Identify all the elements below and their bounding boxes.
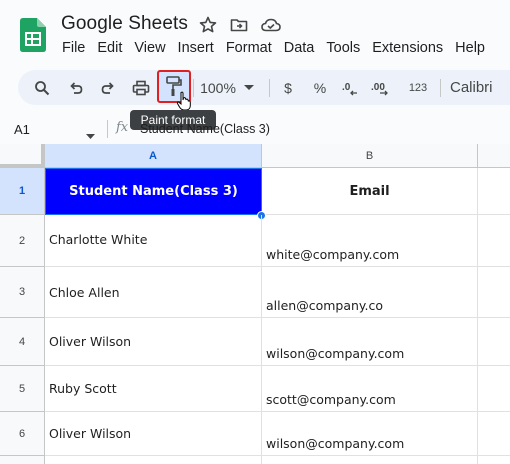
cell-b2[interactable]: white@company.com [262, 215, 478, 267]
zoom-dropdown-icon[interactable] [242, 70, 256, 105]
cell-a7[interactable] [45, 456, 262, 464]
svg-text:.0: .0 [342, 82, 351, 93]
redo-icon[interactable] [96, 70, 120, 105]
name-box-dropdown-icon [86, 126, 95, 144]
row-header[interactable]: 5 [0, 366, 45, 412]
cell-b4[interactable]: wilson@company.com [262, 318, 478, 366]
move-to-folder-icon[interactable] [229, 15, 249, 35]
menu-file[interactable]: File [56, 38, 91, 58]
cloud-status-icon[interactable] [260, 15, 281, 35]
select-all-corner[interactable] [0, 144, 45, 168]
column-header-b[interactable]: B [262, 144, 478, 168]
row-header[interactable]: 4 [0, 318, 45, 366]
row-header[interactable]: 6 [0, 412, 45, 456]
menu-tools[interactable]: Tools [320, 38, 366, 58]
cell-reference: A1 [14, 122, 30, 137]
menu-format[interactable]: Format [220, 38, 278, 58]
search-menus-icon[interactable] [30, 70, 54, 105]
toolbar: 100% $ % .0 .00 123 Calibri [18, 70, 510, 105]
menu-data[interactable]: Data [278, 38, 321, 58]
cell-b7[interactable] [262, 456, 478, 464]
cell-a2[interactable]: Charlotte White [45, 215, 262, 267]
row-header[interactable]: 2 [0, 215, 45, 267]
row-header[interactable]: 1 [0, 168, 45, 215]
svg-text:.00: .00 [371, 82, 385, 93]
formula-input[interactable]: Student Name(Class 3) [140, 122, 270, 136]
cell-a3[interactable]: Chloe Allen [45, 267, 262, 318]
spreadsheet-grid: A B 1 Student Name(Class 3) Email 2 Char… [0, 144, 510, 464]
column-header-a[interactable]: A [45, 144, 262, 168]
menu-bar: File Edit View Insert Format Data Tools Extensi… [56, 38, 491, 58]
cell-a6[interactable]: Oliver Wilson [45, 412, 262, 456]
cell-b5[interactable]: scott@company.com [262, 366, 478, 412]
menu-extensions[interactable]: Extensions [366, 38, 449, 58]
cell-b6[interactable]: wilson@company.com [262, 412, 478, 456]
row-header[interactable] [0, 456, 45, 464]
sheets-logo-icon[interactable] [20, 18, 46, 52]
number-format-button[interactable]: 123 [404, 70, 432, 105]
menu-edit[interactable]: Edit [91, 38, 128, 58]
zoom-value[interactable]: 100% [196, 70, 240, 105]
cell-c6[interactable] [478, 412, 510, 456]
star-icon[interactable] [198, 15, 218, 35]
cell-c3[interactable] [478, 267, 510, 318]
row-header[interactable]: 3 [0, 267, 45, 318]
percent-format-button[interactable]: % [312, 70, 328, 105]
cell-c1[interactable] [478, 168, 510, 215]
currency-format-button[interactable]: $ [280, 70, 296, 105]
undo-icon[interactable] [64, 70, 88, 105]
fx-icon: fx [116, 120, 129, 135]
name-box[interactable]: A1 [0, 117, 104, 141]
menu-insert[interactable]: Insert [172, 38, 220, 58]
print-icon[interactable] [128, 70, 154, 105]
cell-c2[interactable] [478, 215, 510, 267]
cell-a1[interactable]: Student Name(Class 3) [45, 168, 262, 215]
decrease-decimal-icon[interactable]: .0 [340, 70, 364, 105]
document-title[interactable]: Google Sheets [61, 13, 188, 35]
font-family-dropdown[interactable]: Calibri [450, 70, 502, 105]
cell-b3[interactable]: allen@company.co [262, 267, 478, 318]
cell-c4[interactable] [478, 318, 510, 366]
increase-decimal-icon[interactable]: .00 [370, 70, 396, 105]
menu-help[interactable]: Help [449, 38, 491, 58]
hand-cursor-icon [176, 91, 192, 111]
cell-a5[interactable]: Ruby Scott [45, 366, 262, 412]
column-header-c[interactable] [478, 144, 510, 168]
menu-view[interactable]: View [128, 38, 171, 58]
cell-a4[interactable]: Oliver Wilson [45, 318, 262, 366]
cell-c5[interactable] [478, 366, 510, 412]
cell-b1[interactable]: Email [262, 168, 478, 215]
